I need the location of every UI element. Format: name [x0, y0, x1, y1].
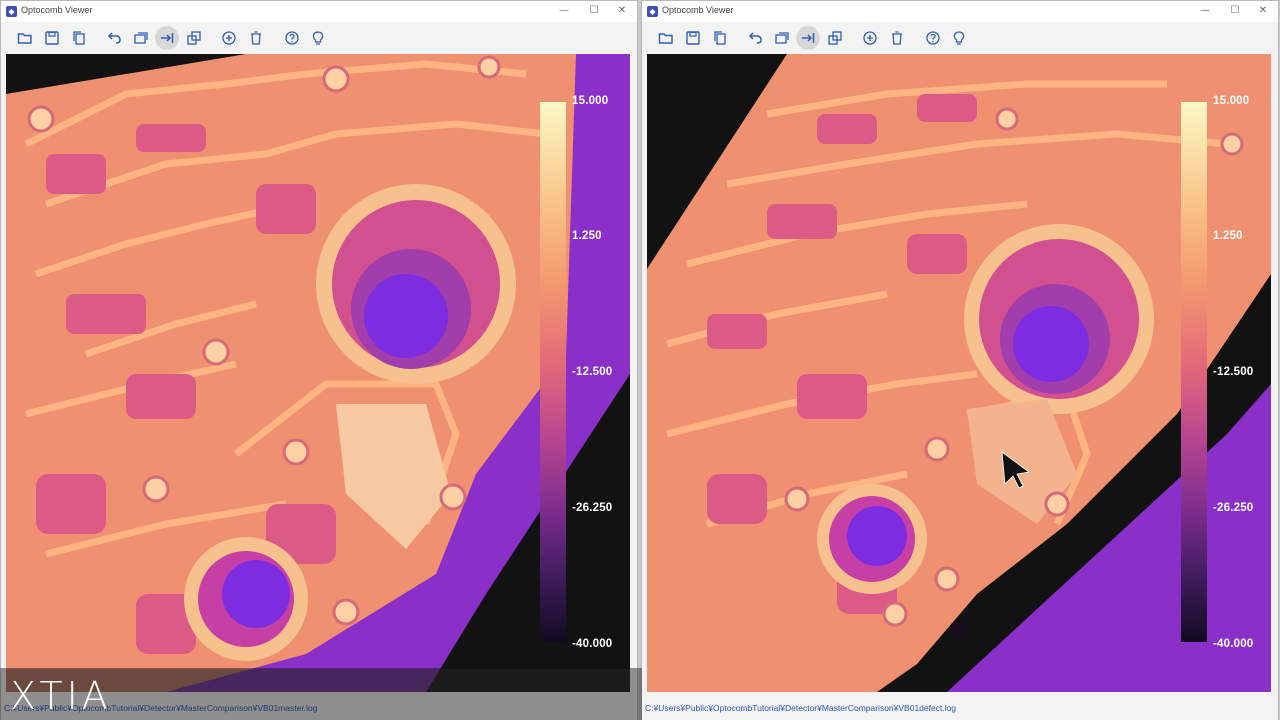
- brand-logo-overlay: XTIA: [0, 668, 642, 720]
- layers-icon: [187, 31, 201, 45]
- open-folder-icon: [17, 33, 32, 44]
- delete-button[interactable]: [244, 26, 268, 50]
- colorbar: [1181, 102, 1207, 642]
- colorbar-tick: -12.500: [572, 366, 613, 378]
- toolbar: [1, 22, 637, 54]
- align-icon: [802, 33, 815, 43]
- help-icon: [285, 31, 299, 45]
- copy-button[interactable]: [708, 26, 732, 50]
- close-button[interactable]: ✕: [1252, 3, 1274, 19]
- colorbar-tick: -40.000: [1213, 638, 1254, 650]
- colorbar-tick: 1.250: [572, 230, 602, 242]
- app-icon: ◆: [6, 6, 17, 17]
- undo-button[interactable]: [102, 26, 126, 50]
- save-button[interactable]: [40, 26, 64, 50]
- help-icon: [926, 31, 940, 45]
- title-bar[interactable]: ◆ Optocomb Viewer — ☐ ✕: [1, 1, 637, 22]
- layers-button[interactable]: [823, 26, 847, 50]
- add-circle-icon: [863, 31, 877, 45]
- maximize-button[interactable]: ☐: [1224, 3, 1246, 19]
- align-icon: [161, 33, 174, 43]
- colorbar-tick: -40.000: [572, 638, 613, 650]
- colorbar-tick: -12.500: [1213, 366, 1254, 378]
- minimize-button[interactable]: —: [1194, 3, 1216, 19]
- align-button[interactable]: [796, 26, 820, 50]
- colorbar-tick: -26.250: [572, 502, 613, 514]
- delete-button[interactable]: [885, 26, 909, 50]
- tips-button[interactable]: [947, 26, 971, 50]
- align-button[interactable]: [155, 26, 179, 50]
- layers-icon: [828, 31, 842, 45]
- help-button[interactable]: [921, 26, 945, 50]
- duplicate-icon: [134, 32, 148, 44]
- copy-icon: [73, 31, 85, 45]
- log-file-path: C:¥Users¥Public¥OptocombTutorial¥Detecto…: [645, 703, 957, 713]
- window-title: Optocomb Viewer: [21, 5, 93, 15]
- status-bar: C:¥Users¥Public¥OptocombTutorial¥Detecto…: [642, 698, 1278, 720]
- save-icon: [686, 31, 700, 45]
- help-button[interactable]: [280, 26, 304, 50]
- layers-button[interactable]: [182, 26, 206, 50]
- save-icon: [45, 31, 59, 45]
- lightbulb-icon: [953, 31, 965, 45]
- undo-icon: [107, 32, 121, 44]
- heightmap-viewport[interactable]: 15.000 1.250 -12.500 -26.250 -40.000: [647, 54, 1271, 692]
- open-folder-button[interactable]: [13, 26, 37, 50]
- app-icon: ◆: [647, 6, 658, 17]
- copy-icon: [714, 31, 726, 45]
- delete-icon: [892, 31, 902, 45]
- colorbar: [540, 102, 566, 642]
- add-button[interactable]: [217, 26, 241, 50]
- delete-icon: [251, 31, 261, 45]
- colorbar-tick: -26.250: [1213, 502, 1254, 514]
- colorbar-tick: 15.000: [572, 95, 609, 107]
- save-button[interactable]: [681, 26, 705, 50]
- title-bar[interactable]: ◆ Optocomb Viewer — ☐ ✕: [642, 1, 1278, 22]
- add-button[interactable]: [858, 26, 882, 50]
- duplicate-button[interactable]: [770, 26, 794, 50]
- tips-button[interactable]: [306, 26, 330, 50]
- valve-body-heightmap: [647, 54, 1271, 692]
- duplicate-button[interactable]: [129, 26, 153, 50]
- minimize-button[interactable]: —: [553, 3, 575, 19]
- toolbar: [642, 22, 1278, 54]
- viewer-window-left: ◆ Optocomb Viewer — ☐ ✕ 15.000 1.250 -12…: [0, 0, 638, 720]
- viewer-window-right: ◆ Optocomb Viewer — ☐ ✕ 15.000 1.250 -12…: [641, 0, 1279, 720]
- heightmap-viewport[interactable]: 15.000 1.250 -12.500 -26.250 -40.000: [6, 54, 630, 692]
- maximize-button[interactable]: ☐: [583, 3, 605, 19]
- undo-button[interactable]: [743, 26, 767, 50]
- open-folder-icon: [658, 33, 673, 44]
- colorbar-tick: 1.250: [1213, 230, 1243, 242]
- undo-icon: [748, 32, 762, 44]
- open-folder-button[interactable]: [654, 26, 678, 50]
- add-circle-icon: [222, 31, 236, 45]
- copy-button[interactable]: [67, 26, 91, 50]
- close-button[interactable]: ✕: [611, 3, 633, 19]
- lightbulb-icon: [312, 31, 324, 45]
- valve-body-heightmap: [6, 54, 630, 692]
- brand-logo: XTIA: [10, 674, 112, 718]
- window-title: Optocomb Viewer: [662, 5, 734, 15]
- duplicate-icon: [775, 32, 789, 44]
- colorbar-tick: 15.000: [1213, 95, 1250, 107]
